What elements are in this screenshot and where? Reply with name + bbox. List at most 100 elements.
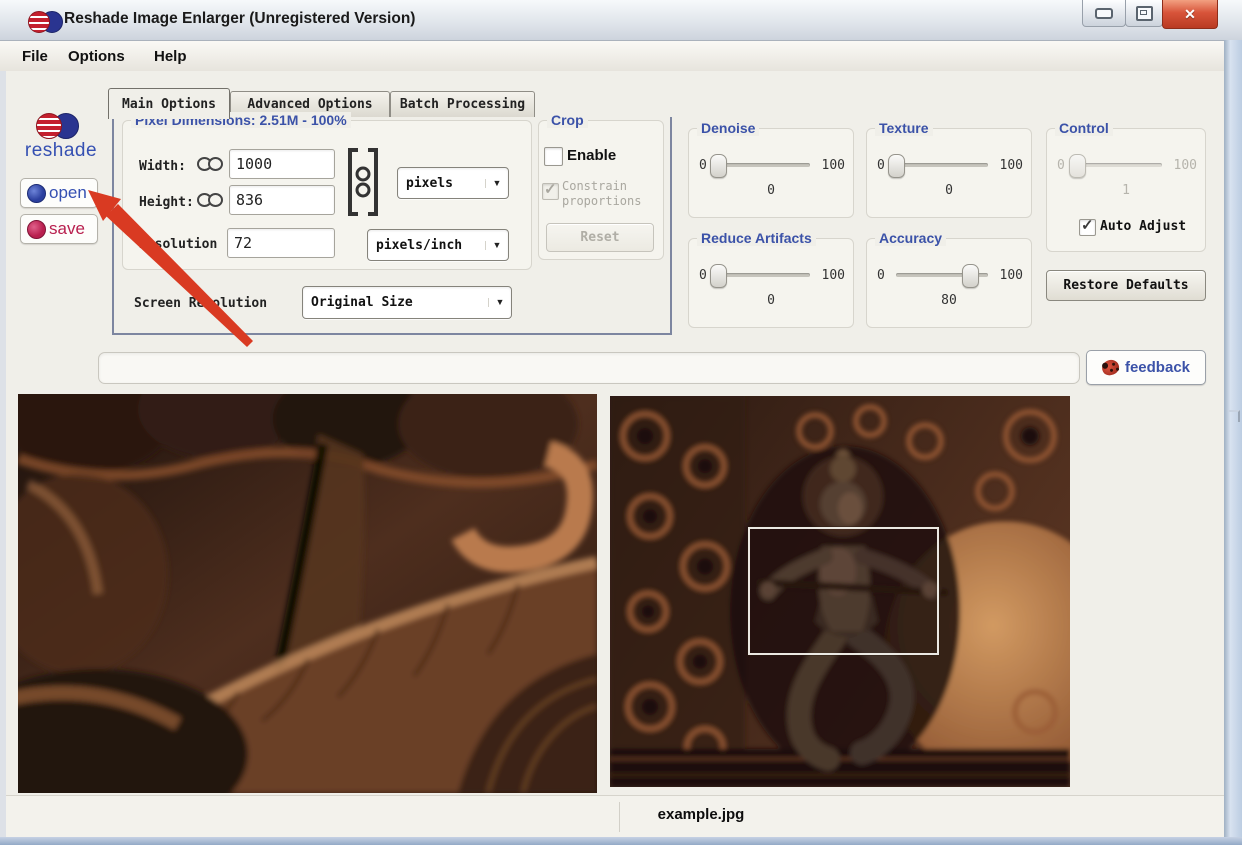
control-value: 1	[1122, 183, 1130, 198]
crop-enable-checkbox[interactable]	[544, 147, 563, 166]
constrain-proportions-checkbox[interactable]	[542, 180, 559, 200]
progress-bar	[98, 352, 1080, 384]
control-group: Control 0 100 1 Auto Adjust	[1046, 120, 1206, 252]
chevron-down-icon: ▼	[485, 178, 508, 188]
feedback-button[interactable]: feedback	[1086, 350, 1206, 385]
resolution-label: Resolution	[139, 237, 218, 252]
pixel-dimensions-group: Pixel Dimensions: 2.51M - 100% Width: 10…	[122, 112, 532, 270]
logo-red-circle	[28, 11, 50, 33]
control-max: 100	[1173, 157, 1197, 173]
chevron-down-icon: ▼	[488, 298, 511, 307]
screen-resolution-label: Screen Resolution	[134, 296, 268, 311]
save-button[interactable]: save	[20, 214, 98, 244]
denoise-title: Denoise	[697, 120, 760, 136]
app-window: Reshade Image Enlarger (Unregistered Ver…	[0, 0, 1242, 845]
reduce-artifacts-slider[interactable]	[710, 263, 810, 288]
crop-reset-button[interactable]: Reset	[546, 223, 654, 252]
title-bar[interactable]: Reshade Image Enlarger (Unregistered Ver…	[0, 0, 1242, 41]
width-link-icon	[197, 157, 223, 171]
control-title: Control	[1055, 120, 1113, 136]
reduce-artifacts-group: Reduce Artifacts 0 100 0	[688, 230, 854, 328]
tab-page-border-right	[670, 117, 672, 333]
menu-help[interactable]: Help	[150, 46, 191, 67]
texture-value: 0	[945, 183, 953, 198]
menu-bar: File Options Help	[0, 41, 1242, 72]
accuracy-title: Accuracy	[875, 230, 947, 246]
screen-resolution-value: Original Size	[311, 295, 413, 310]
control-slider[interactable]	[1068, 153, 1162, 178]
denoise-value: 0	[767, 183, 775, 198]
tab-page-border-left	[112, 117, 114, 333]
save-icon	[27, 219, 46, 239]
texture-max: 100	[999, 157, 1023, 173]
height-label: Height:	[139, 195, 194, 210]
status-filename: example.jpg	[657, 806, 745, 823]
width-input[interactable]: 1000	[229, 149, 335, 179]
logo-red-circle	[36, 113, 62, 139]
window-frame-bottom	[0, 837, 1242, 845]
slider-thumb[interactable]	[961, 264, 979, 288]
minimize-icon	[1095, 7, 1113, 19]
reduce-artifacts-title: Reduce Artifacts	[697, 230, 816, 246]
crop-selection-rectangle[interactable]	[748, 527, 939, 655]
close-button[interactable]: ✕	[1162, 0, 1218, 29]
accuracy-slider[interactable]	[896, 263, 988, 288]
tab-page-border-bottom	[112, 333, 672, 335]
right-preview-image[interactable]	[610, 396, 1070, 787]
texture-group: Texture 0 100 0	[866, 120, 1032, 218]
texture-title: Texture	[875, 120, 933, 136]
auto-adjust-checkbox[interactable]	[1079, 216, 1096, 236]
menu-file[interactable]: File	[18, 46, 52, 67]
texture-slider[interactable]	[888, 153, 988, 178]
denoise-slider[interactable]	[710, 153, 810, 178]
ladybug-icon	[1099, 357, 1122, 378]
denoise-max: 100	[821, 157, 845, 173]
reshade-logo-icon	[36, 112, 86, 139]
slider-thumb[interactable]	[710, 264, 727, 288]
slider-thumb[interactable]	[1068, 154, 1086, 178]
status-bar: example.jpg	[6, 795, 1224, 838]
maximize-button[interactable]	[1125, 0, 1163, 27]
accuracy-min: 0	[877, 267, 885, 283]
auto-adjust-label: Auto Adjust	[1100, 219, 1187, 234]
height-input[interactable]: 836	[229, 185, 335, 215]
tab-main-options[interactable]: Main Options	[108, 88, 230, 119]
app-logo-icon	[28, 10, 68, 33]
accuracy-value: 80	[941, 293, 957, 308]
screen-resolution-dropdown[interactable]: Original Size ▼	[302, 286, 512, 319]
constrain-link-icon	[348, 148, 378, 216]
constrain-proportions-label-2: proportions	[562, 194, 642, 208]
control-min: 0	[1057, 157, 1065, 173]
menu-options[interactable]: Options	[64, 46, 129, 67]
restore-defaults-button[interactable]: Restore Defaults	[1046, 270, 1206, 301]
tab-batch-processing[interactable]: Batch Processing	[390, 91, 535, 117]
resize-grip[interactable]	[1228, 410, 1240, 422]
open-button[interactable]: open	[20, 178, 98, 208]
slider-thumb[interactable]	[710, 154, 727, 178]
reshade-logo-text: reshade	[24, 140, 98, 161]
crop-enable-label: Enable	[567, 147, 617, 164]
denoise-group: Denoise 0 100 0	[688, 120, 854, 218]
constrain-proportions-label-1: Constrain	[562, 179, 628, 193]
left-preview-image[interactable]	[18, 394, 597, 793]
window-frame-left	[0, 71, 6, 838]
open-button-label: open	[49, 183, 87, 202]
slider-thumb[interactable]	[888, 154, 905, 178]
size-unit-value: pixels	[406, 175, 453, 191]
crop-group: Crop Enable Constrain proportions Reset	[538, 112, 664, 260]
width-label: Width:	[139, 159, 186, 174]
open-icon	[27, 183, 46, 203]
resolution-unit-value: pixels/inch	[376, 237, 463, 253]
save-button-label: save	[49, 219, 85, 238]
resolution-input[interactable]: 72	[227, 228, 335, 258]
maximize-icon	[1135, 5, 1153, 21]
chevron-down-icon: ▼	[485, 240, 508, 250]
window-frame-right	[1224, 40, 1242, 838]
height-link-icon	[197, 193, 223, 207]
resolution-unit-dropdown[interactable]: pixels/inch ▼	[367, 229, 509, 261]
size-unit-dropdown[interactable]: pixels ▼	[397, 167, 509, 199]
minimize-button[interactable]	[1082, 0, 1126, 27]
crop-title: Crop	[547, 112, 588, 128]
window-title: Reshade Image Enlarger (Unregistered Ver…	[64, 10, 416, 27]
reduce-artifacts-value: 0	[767, 293, 775, 308]
